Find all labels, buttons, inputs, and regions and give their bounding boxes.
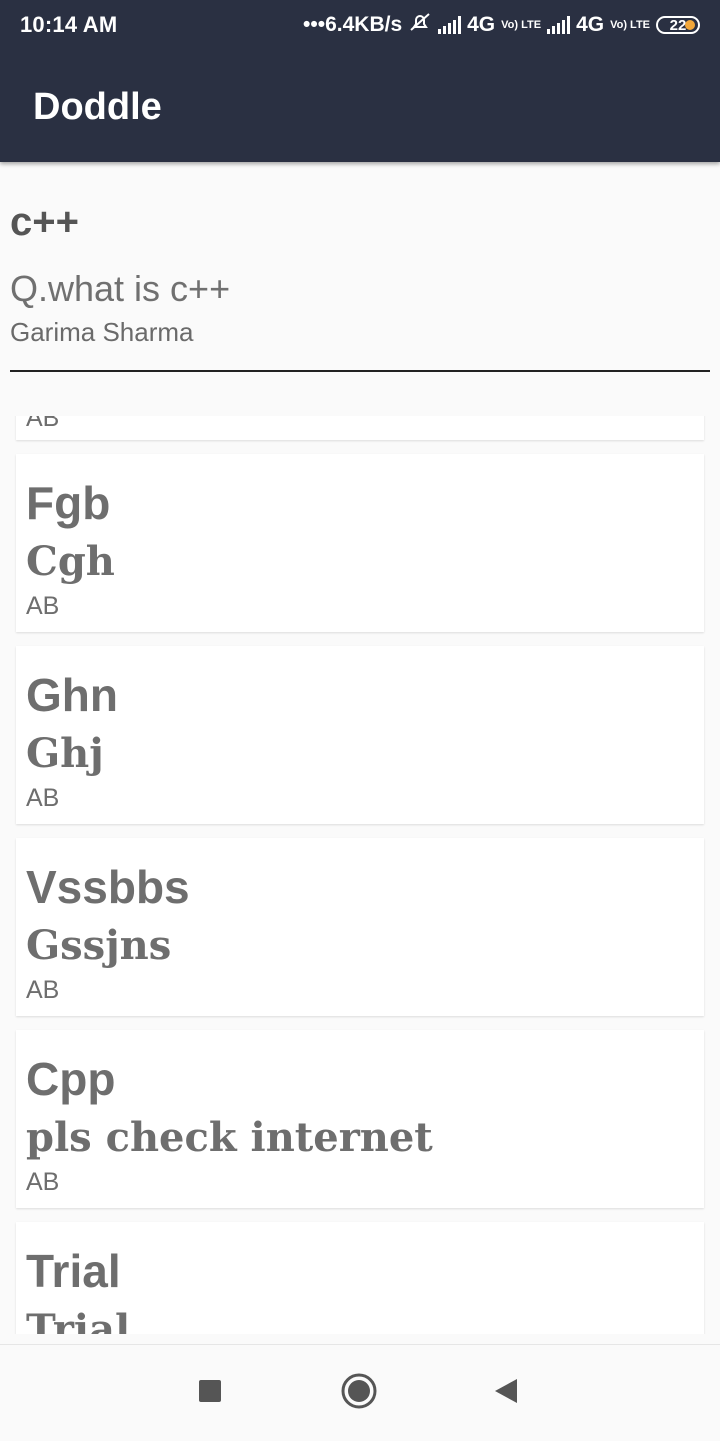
question-text: Q.what is c++ [10,268,231,309]
volte-label-1: Vo) LTE [501,19,542,31]
question-topic: c++ [10,200,79,244]
back-triangle-icon [493,1377,519,1410]
back-button[interactable] [486,1373,526,1413]
answer-card[interactable]: Trial Trial [16,1222,704,1334]
battery-charge-dot [685,20,695,30]
answer-title: Ghn [26,669,118,721]
answer-author: AB [26,592,60,620]
app-title: Doddle [33,86,162,128]
answer-title: Fgb [26,477,111,529]
answer-body: pls check internet [26,1114,433,1161]
network-type-2: 4G [576,13,605,36]
answer-author: AB [26,416,60,432]
answer-body: Cgh [26,538,115,585]
recents-button[interactable] [190,1373,230,1413]
answer-title: Vssbbs [26,861,190,913]
signal-icon [438,16,462,34]
stop-square-icon [198,1379,222,1408]
home-button[interactable] [339,1373,379,1413]
answer-body: Gssjns [26,922,172,969]
question-author: Garima Sharma [10,317,194,347]
volte-label-2: Vo) LTE [610,19,650,31]
answer-card[interactable]: Ghn Ghj AB [16,646,704,824]
app-bar: 10:14 AM •••6.4KB/s 4G Vo) LTE 4G Vo) LT… [0,0,720,162]
network-type-1: 4G [467,13,496,36]
answer-author: AB [26,1168,60,1196]
answer-body: Ghj [26,730,104,777]
home-circle-icon [340,1372,378,1415]
answer-card[interactable]: Fgb Cgh AB [16,454,704,632]
notifications-off-icon [408,10,432,40]
network-speed: •••6.4KB/s [303,13,403,36]
answers-list[interactable]: AB Fgb Cgh AB Ghn Ghj AB Vssbbs Gssjns A… [0,416,720,1334]
answer-author: AB [26,784,60,812]
answer-card[interactable]: Vssbbs Gssjns AB [16,838,704,1016]
signal-icon-2 [547,16,571,34]
answer-card[interactable]: Cpp pls check internet AB [16,1030,704,1208]
answer-author: AB [26,976,60,1004]
answer-card[interactable]: AB [16,416,704,440]
answer-body: Trial [26,1306,131,1334]
battery-level: 22 [669,16,687,34]
status-time: 10:14 AM [20,12,118,37]
divider [10,370,710,372]
system-nav-bar [0,1344,720,1441]
battery-icon: 22 [656,16,700,34]
status-icons: •••6.4KB/s 4G Vo) LTE 4G Vo) LTE 22 [303,11,700,39]
answer-title: Trial [26,1245,121,1297]
answer-title: Cpp [26,1053,116,1105]
